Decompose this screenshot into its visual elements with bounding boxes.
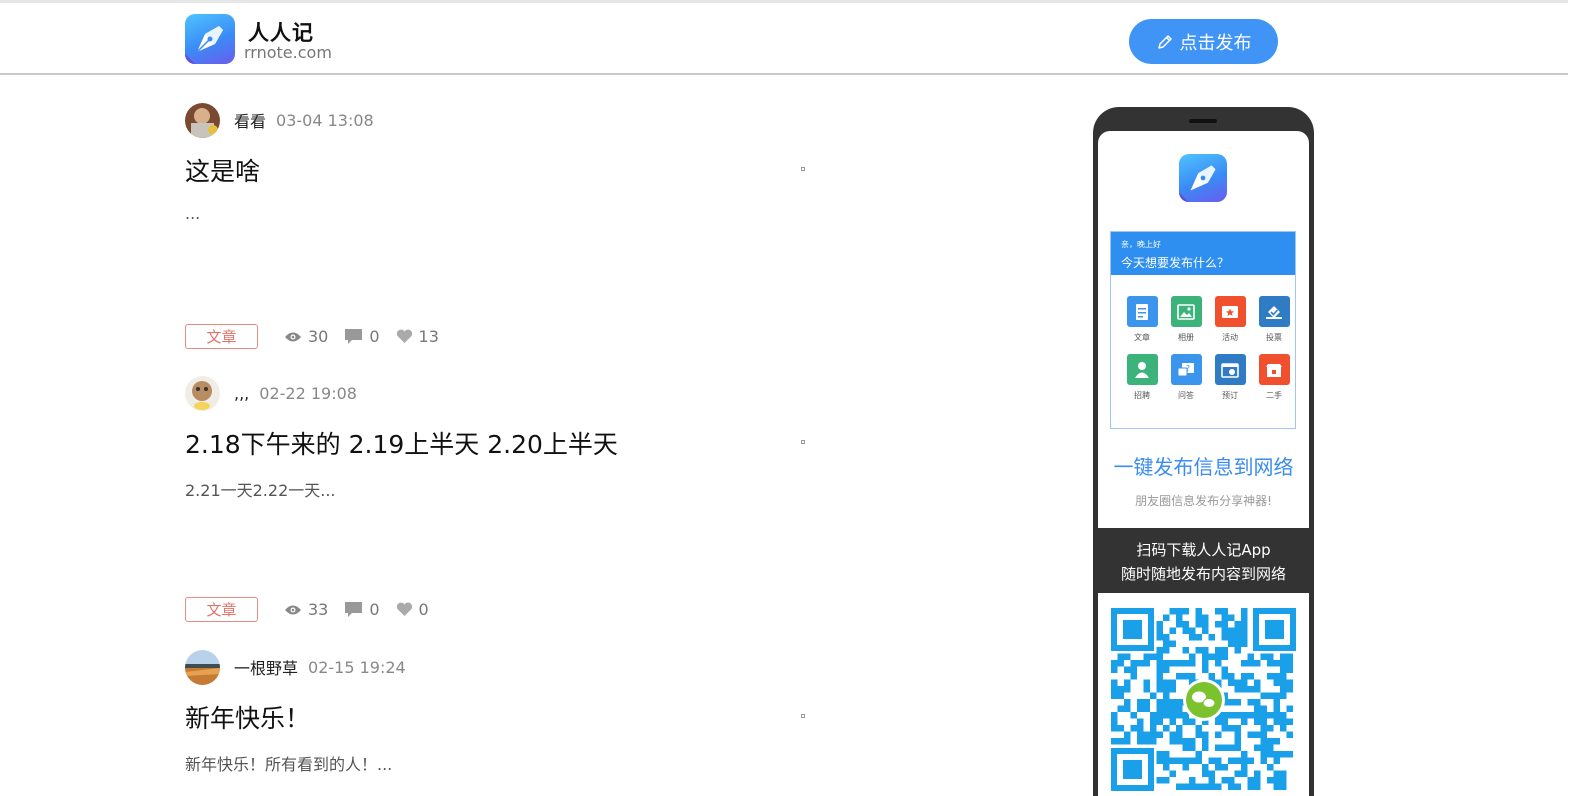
likes-count: 0 [418, 600, 429, 619]
post-header: ,,, 02-22 19:08 [185, 375, 357, 411]
post-excerpt: 新年快乐！所有看到的人！... [185, 755, 393, 774]
app-promo-phone: 亲，晚上好 今天想要发布什么？ 文章 相册 活动 投票 招聘 ? 问答 预订 二… [1093, 107, 1314, 796]
category-secondhand[interactable]: 二手 [1252, 354, 1296, 401]
category-booking[interactable]: 预订 [1208, 354, 1252, 401]
download-line-1: 扫码下载人人记App [1136, 541, 1271, 559]
category-label: 相册 [1178, 333, 1194, 342]
post-thumbnail [801, 714, 805, 718]
top-header: 人人记 rrnote.com 点击发布 [0, 0, 1568, 75]
category-label: 投票 [1266, 333, 1282, 342]
brand-logo-icon[interactable] [185, 14, 235, 64]
phone-screen: 亲，晚上好 今天想要发布什么？ 文章 相册 活动 投票 招聘 ? 问答 预订 二… [1098, 131, 1309, 528]
post-category-tag[interactable]: 文章 [185, 324, 258, 349]
eye-icon [285, 605, 301, 614]
pencil-icon [1157, 34, 1172, 49]
category-qa[interactable]: ? 问答 [1164, 354, 1208, 401]
avatar[interactable] [185, 102, 220, 138]
booking-icon [1214, 354, 1246, 385]
category-label: 二手 [1266, 391, 1282, 400]
greeting-text: 亲，晚上好 [1121, 240, 1161, 249]
comments-stat[interactable]: 0 [344, 327, 380, 346]
post-title[interactable]: 新年快乐！ [185, 699, 310, 735]
views-count: 33 [308, 600, 329, 619]
views-stat: 30 [284, 327, 328, 346]
download-text: 扫码下载人人记App 随时随地发布内容到网络 [1093, 538, 1314, 586]
post-time: 03-04 13:08 [276, 110, 374, 130]
post-header: 一根野草 02-15 19:24 [185, 649, 406, 685]
post-header: 看看 03-04 13:08 [185, 102, 374, 138]
download-line-2: 随时随地发布内容到网络 [1120, 565, 1286, 583]
post-item[interactable]: ,,, 02-22 19:08 2.18下午来的 2.19上半天 2.20上半天… [185, 375, 805, 625]
category-grid: 文章 相册 活动 投票 招聘 ? 问答 预订 二手 [1111, 275, 1295, 401]
post-author[interactable]: 看看 [234, 108, 266, 132]
category-vote[interactable]: 投票 [1252, 296, 1296, 343]
post-title[interactable]: 这是啥 [185, 152, 260, 188]
post-thumbnail [801, 167, 805, 171]
publish-button[interactable]: 点击发布 [1129, 19, 1278, 64]
category-label: 招聘 [1134, 391, 1150, 400]
views-stat: 33 [284, 600, 328, 619]
card-header: 亲，晚上好 今天想要发布什么？ [1111, 232, 1295, 275]
heart-icon [396, 329, 412, 343]
post-author[interactable]: 一根野草 [234, 655, 298, 679]
event-icon [1214, 296, 1246, 327]
post-time: 02-15 19:24 [308, 657, 406, 677]
category-label: 问答 [1178, 391, 1194, 400]
vote-icon [1258, 296, 1290, 327]
comments-count: 0 [369, 327, 380, 346]
article-icon [1126, 296, 1158, 327]
publish-category-card: 亲，晚上好 今天想要发布什么？ 文章 相册 活动 投票 招聘 ? 问答 预订 二… [1110, 231, 1296, 429]
app-logo-icon [1179, 154, 1227, 202]
post-category-tag[interactable]: 文章 [185, 597, 258, 622]
post-time: 02-22 19:08 [259, 383, 357, 403]
promo-sub-slogan: 朋友圈信息发布分享神器! [1135, 494, 1272, 508]
secondhand-icon [1258, 354, 1290, 385]
post-item[interactable]: 看看 03-04 13:08 这是啥 ... 文章 30 0 13 [185, 102, 805, 352]
comments-count: 0 [369, 600, 380, 619]
album-icon [1170, 296, 1202, 327]
recruit-icon [1126, 354, 1158, 385]
phone-speaker [1189, 119, 1217, 123]
category-recruit[interactable]: 招聘 [1120, 354, 1164, 401]
avatar[interactable] [185, 649, 220, 685]
post-author[interactable]: ,,, [234, 384, 249, 403]
post-excerpt: ... [185, 204, 201, 223]
likes-count: 13 [418, 327, 439, 346]
post-excerpt: 2.21一天2.22一天... [185, 481, 336, 500]
comment-icon [345, 602, 363, 617]
category-label: 文章 [1134, 333, 1150, 342]
views-count: 30 [308, 327, 329, 346]
post-item[interactable]: 一根野草 02-15 19:24 新年快乐！ 新年快乐！所有看到的人！... [185, 649, 805, 796]
brand-url[interactable]: rrnote.com [244, 43, 332, 62]
comment-icon [345, 329, 363, 344]
post-meta: 文章 33 0 0 [185, 597, 429, 622]
promo-slogan: 一键发布信息到网络 [1113, 455, 1294, 479]
category-album[interactable]: 相册 [1164, 296, 1208, 343]
post-thumbnail [801, 440, 805, 444]
category-label: 活动 [1222, 333, 1238, 342]
comments-stat[interactable]: 0 [344, 600, 380, 619]
eye-icon [285, 332, 301, 341]
post-title[interactable]: 2.18下午来的 2.19上半天 2.20上半天 [185, 425, 618, 461]
category-event[interactable]: 活动 [1208, 296, 1252, 343]
likes-stat[interactable]: 0 [396, 600, 429, 619]
svg-text:?: ? [1186, 364, 1190, 373]
heart-icon [396, 602, 412, 616]
category-label: 预订 [1222, 391, 1238, 400]
question-text: 今天想要发布什么？ [1121, 256, 1230, 270]
likes-stat[interactable]: 13 [396, 327, 439, 346]
category-article[interactable]: 文章 [1120, 296, 1164, 343]
publish-button-label: 点击发布 [1179, 32, 1252, 54]
post-meta: 文章 30 0 13 [185, 324, 439, 349]
avatar[interactable] [185, 375, 220, 411]
download-qr-code[interactable] [1098, 593, 1309, 796]
qa-icon: ? [1170, 354, 1202, 385]
